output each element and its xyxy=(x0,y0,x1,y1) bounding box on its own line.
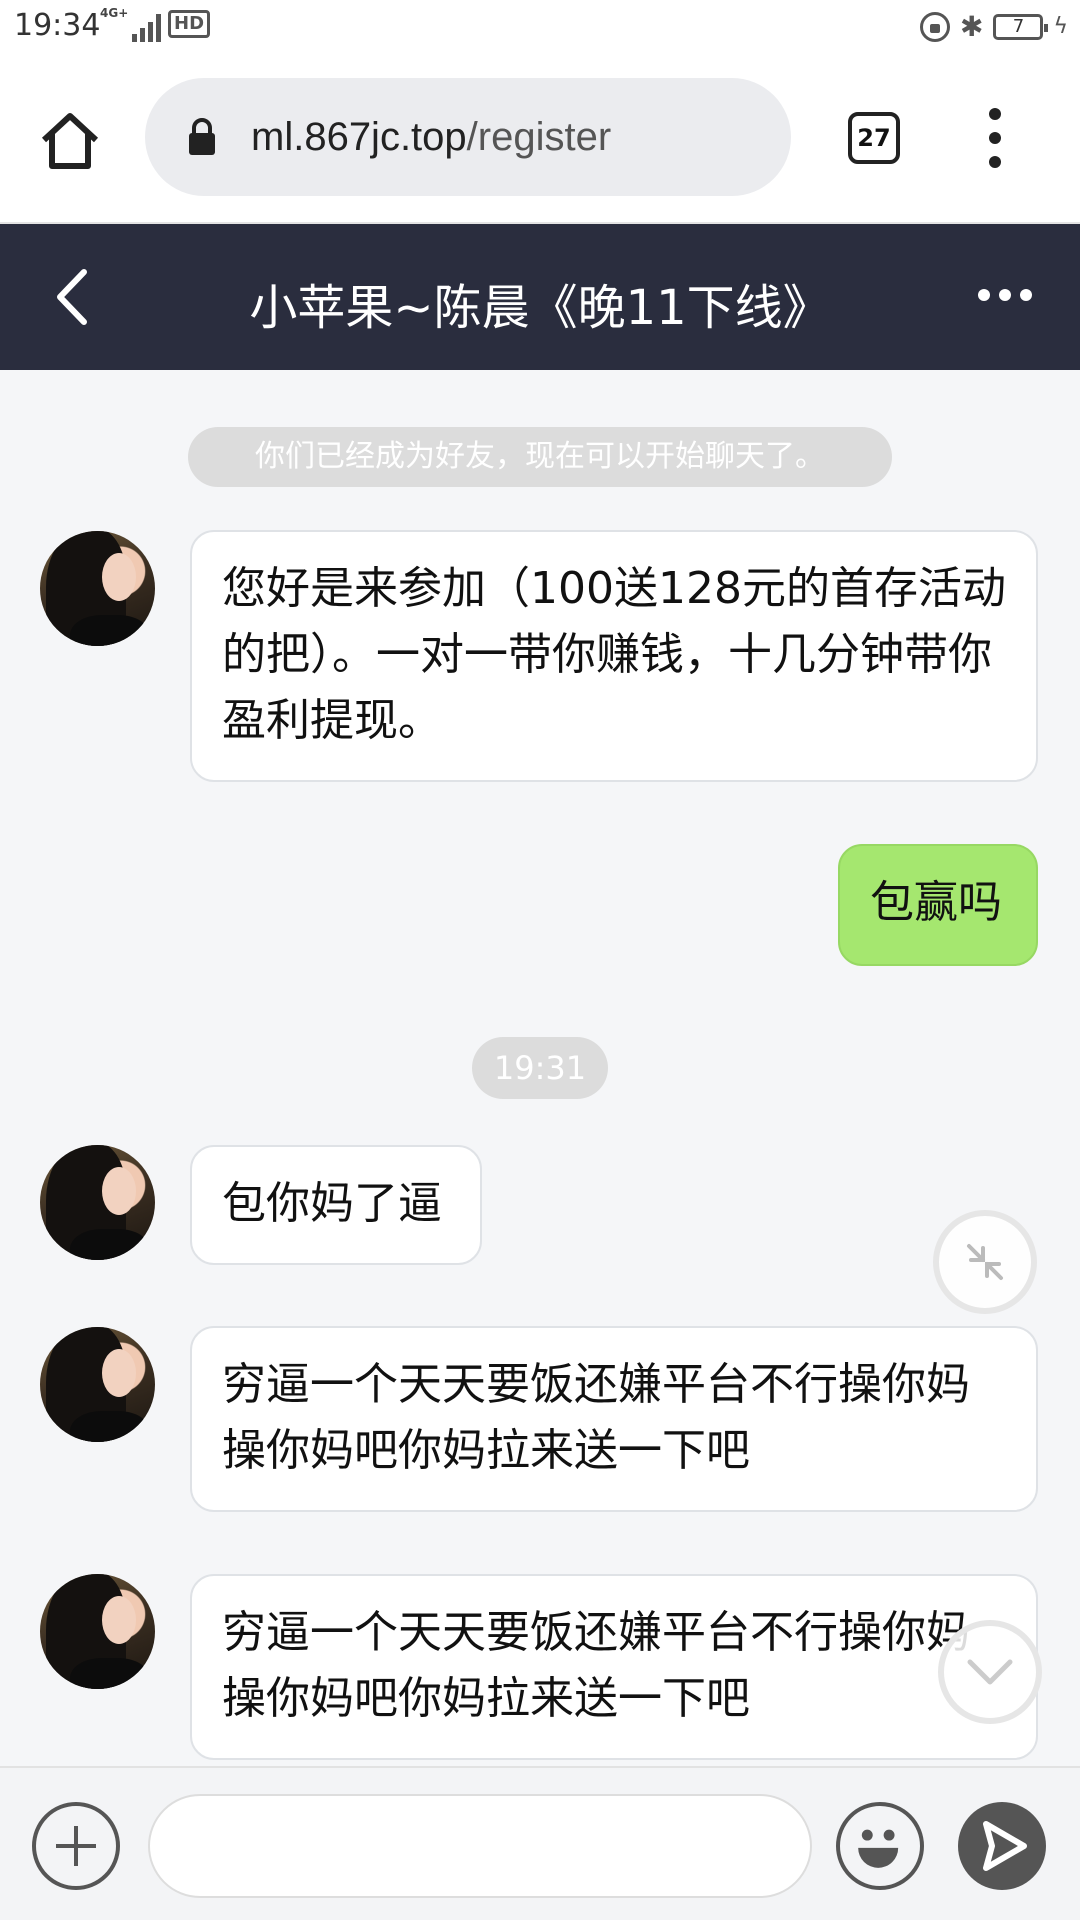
avatar[interactable] xyxy=(40,1145,155,1260)
input-bar xyxy=(0,1766,1080,1920)
rotation-lock-icon xyxy=(920,11,951,42)
charging-icon: ϟ xyxy=(1053,14,1068,39)
status-bar: 19:34 4G+ HD ✱ 7 ϟ xyxy=(0,0,1080,54)
network-type: 4G+ xyxy=(100,6,129,20)
more-vert-icon[interactable] xyxy=(980,108,1010,168)
home-icon[interactable] xyxy=(38,108,102,172)
tabs-icon[interactable]: 27 xyxy=(848,112,900,164)
avatar[interactable] xyxy=(40,1327,155,1442)
message-bubble: 您好是来参加（100送128元的首存活动的把）。一对一带你赚钱，十几分钟带你盈利… xyxy=(190,530,1038,782)
message-bubble: 穷逼一个天天要饭还嫌平台不行操你妈操你妈吧你妈拉来送一下吧 xyxy=(190,1326,1038,1512)
tab-count: 27 xyxy=(857,124,891,152)
system-notice: 你们已经成为好友，现在可以开始聊天了。 xyxy=(188,427,892,487)
time-divider: 19:31 xyxy=(472,1037,608,1099)
browser-toolbar: ml.867jc.top/register 27 xyxy=(0,54,1080,224)
url-path: /register xyxy=(466,114,612,159)
scroll-down-icon[interactable] xyxy=(938,1620,1042,1724)
message-input[interactable] xyxy=(148,1794,812,1898)
lock-icon xyxy=(189,118,215,155)
minimize-icon[interactable] xyxy=(933,1210,1037,1314)
avatar[interactable] xyxy=(40,531,155,646)
bluetooth-icon: ✱ xyxy=(960,10,984,43)
status-right: ✱ 7 ϟ xyxy=(920,10,1068,43)
url-text[interactable]: ml.867jc.top/register xyxy=(251,115,611,160)
address-bar[interactable]: ml.867jc.top/register xyxy=(145,78,791,196)
send-icon[interactable] xyxy=(958,1802,1046,1890)
message-bubble: 包你妈了逼 xyxy=(190,1145,482,1265)
status-time: 19:34 xyxy=(14,8,101,43)
add-attachment-icon[interactable] xyxy=(32,1802,120,1890)
battery-level: 7 xyxy=(1012,16,1025,37)
url-domain: ml.867jc.top xyxy=(251,114,467,159)
avatar[interactable] xyxy=(40,1574,155,1689)
more-horiz-icon[interactable] xyxy=(978,280,1038,310)
message-bubble: 穷逼一个天天要饭还嫌平台不行操你妈操你妈吧你妈拉来送一下吧 xyxy=(190,1574,1038,1760)
hd-badge: HD xyxy=(168,10,211,38)
message-bubble-self: 包赢吗 xyxy=(838,844,1038,966)
chat-title: 小苹果~陈晨《晚11下线》 xyxy=(249,280,831,336)
battery-icon: 7 xyxy=(993,13,1049,40)
signal-icon: 4G+ xyxy=(100,6,162,42)
emoji-icon[interactable] xyxy=(836,1802,924,1890)
chat-header: 小苹果~陈晨《晚11下线》 xyxy=(0,224,1080,370)
